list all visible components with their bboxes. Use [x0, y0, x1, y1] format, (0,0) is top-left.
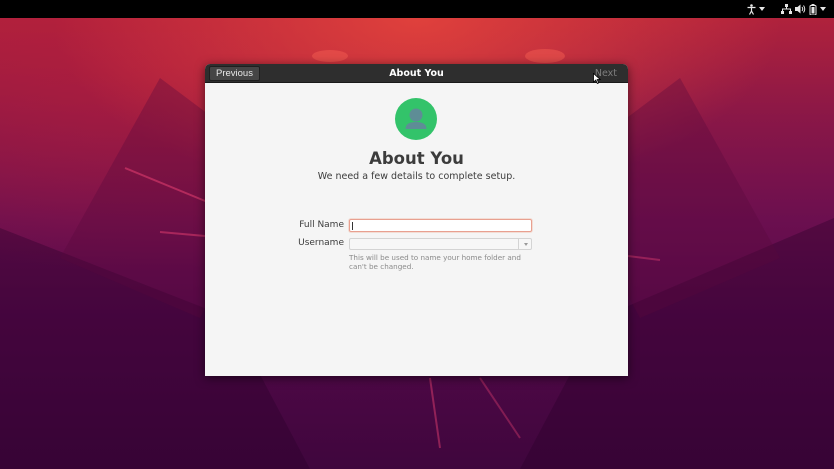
accessibility-menu[interactable]: [747, 0, 765, 18]
page-subtitle: We need a few details to complete setup.: [317, 171, 516, 182]
username-label: Username: [298, 238, 344, 248]
setup-dialog: Previous About You Next About You We nee…: [205, 64, 628, 376]
dialog-headerbar: Previous About You Next: [205, 64, 628, 83]
avatar[interactable]: [395, 98, 437, 140]
username-combo-input[interactable]: [349, 238, 532, 250]
full-name-label: Full Name: [299, 220, 344, 230]
system-tray: [747, 0, 826, 18]
user-icon: [405, 108, 427, 129]
chevron-down-icon: [759, 7, 765, 11]
dialog-title: About You: [389, 68, 444, 79]
status-menu[interactable]: [781, 0, 826, 18]
dialog-content: About You We need a few details to compl…: [205, 83, 628, 376]
battery-icon: [809, 3, 817, 15]
username-dropdown-button[interactable]: [518, 238, 532, 250]
page-title: About You: [369, 149, 464, 168]
accessibility-icon: [747, 3, 756, 15]
chevron-down-icon: [523, 242, 528, 246]
network-icon: [781, 4, 792, 14]
previous-button[interactable]: Previous: [209, 66, 260, 81]
top-panel: [0, 0, 834, 18]
mouse-pointer-icon: [593, 73, 601, 84]
text-cursor: [352, 222, 353, 230]
username-hint: This will be used to name your home fold…: [349, 253, 521, 271]
volume-icon: [795, 4, 806, 14]
full-name-input[interactable]: [349, 219, 532, 232]
chevron-down-icon: [820, 7, 826, 11]
